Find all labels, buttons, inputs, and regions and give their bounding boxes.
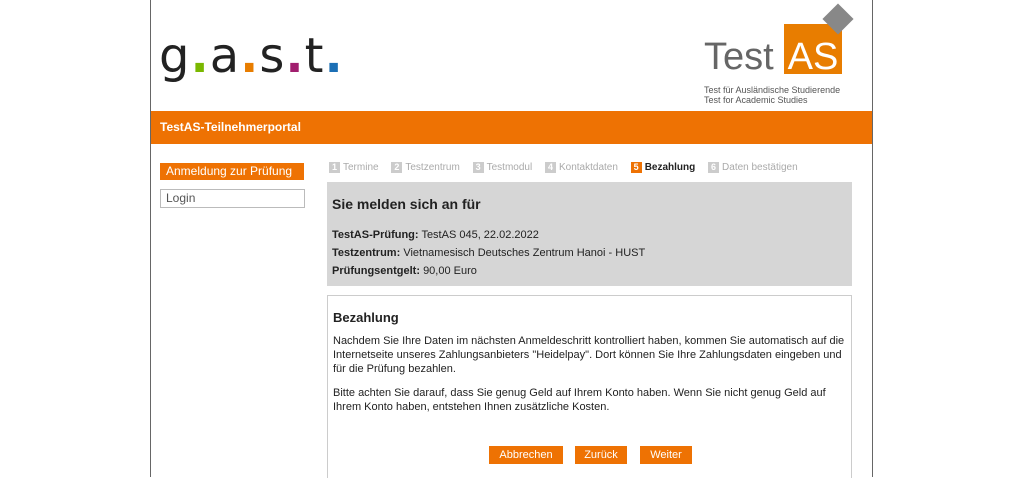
step-bezahlung: 5 Bezahlung: [630, 162, 696, 173]
step-number: 5: [630, 162, 642, 173]
summary-fee-row: Prüfungsentgelt: 90,00 Euro: [332, 265, 477, 277]
sidebar-item-login[interactable]: Login: [160, 189, 305, 208]
summary-fee-label: Prüfungsentgelt:: [332, 265, 420, 277]
step-label: Testzentrum: [405, 162, 460, 173]
payment-paragraph-2: Bitte achten Sie darauf, dass Sie genug …: [333, 387, 826, 413]
gast-dot-purple: .: [285, 28, 305, 84]
testas-subtitle-en: Test for Academic Studies: [704, 95, 808, 105]
registration-summary: Sie melden sich an für TestAS-Prüfung: T…: [327, 182, 852, 286]
gast-dot-orange: .: [240, 28, 260, 84]
gast-dot-green: .: [190, 28, 210, 84]
step-number: 3: [472, 162, 484, 173]
summary-center-label: Testzentrum:: [332, 247, 401, 259]
summary-exam-label: TestAS-Prüfung:: [332, 229, 419, 241]
step-label: Kontaktdaten: [558, 162, 618, 173]
page-frame: g.a.s.t. Test AS Test für Ausländische S…: [150, 0, 873, 478]
cancel-button[interactable]: Abbrechen: [489, 446, 563, 464]
summary-title: Sie melden sich an für: [332, 196, 481, 212]
step-label: Bezahlung: [644, 162, 696, 173]
payment-paragraph-1: Nachdem Sie Ihre Daten im nächsten Anmel…: [333, 335, 845, 375]
summary-fee-value: 90,00 Euro: [423, 265, 477, 277]
step-label: Testmodul: [486, 162, 533, 173]
gast-letter-s: s: [259, 28, 286, 84]
step-number: 6: [708, 162, 720, 173]
summary-center-value: Vietnamesisch Deutsches Zentrum Hanoi - …: [403, 247, 646, 259]
summary-exam-row: TestAS-Prüfung: TestAS 045, 22.02.2022: [332, 229, 539, 241]
testas-logo-as: AS: [787, 36, 839, 78]
testas-subtitle-de: Test für Ausländische Studierende: [704, 85, 841, 95]
step-testzentrum: 2 Testzentrum: [391, 162, 460, 173]
summary-center-row: Testzentrum: Vietnamesisch Deutsches Zen…: [332, 247, 645, 259]
step-daten-bestaetigen: 6 Daten bestätigen: [708, 162, 798, 173]
step-number: 2: [391, 162, 403, 173]
back-button[interactable]: Zurück: [575, 446, 627, 464]
payment-title: Bezahlung: [333, 310, 399, 325]
gast-letter-g: g: [159, 28, 191, 84]
portal-title: TestAS-Teilnehmerportal: [160, 120, 301, 134]
sidebar-item-registration[interactable]: Anmeldung zur Prüfung: [160, 163, 304, 180]
gast-letter-a: a: [209, 28, 241, 84]
testas-logo-subtitle: Test für Ausländische Studierende Test f…: [704, 85, 840, 105]
gast-dot-blue: .: [324, 28, 344, 84]
step-label: Termine: [343, 162, 379, 173]
step-termine: 1 Termine: [329, 162, 379, 173]
testas-logo-test: Test: [704, 36, 774, 78]
step-label: Daten bestätigen: [722, 162, 798, 173]
gast-logo[interactable]: g.a.s.t.: [159, 32, 344, 80]
step-kontaktdaten: 4 Kontaktdaten: [544, 162, 618, 173]
step-progress: 1 Termine 2 Testzentrum 3 Testmodul 4 Kontak…: [329, 162, 808, 173]
summary-exam-value: TestAS 045, 22.02.2022: [421, 229, 539, 241]
step-number: 4: [544, 162, 556, 173]
step-testmodul: 3 Testmodul: [472, 162, 533, 173]
step-number: 1: [329, 162, 340, 173]
payment-panel: Bezahlung Nachdem Sie Ihre Daten im näch…: [327, 295, 852, 478]
portal-header-bar: TestAS-Teilnehmerportal: [151, 111, 872, 144]
next-button[interactable]: Weiter: [640, 446, 692, 464]
gast-letter-t: t: [304, 28, 325, 84]
testas-logo[interactable]: Test AS Test für Ausländische Studierend…: [704, 3, 869, 106]
